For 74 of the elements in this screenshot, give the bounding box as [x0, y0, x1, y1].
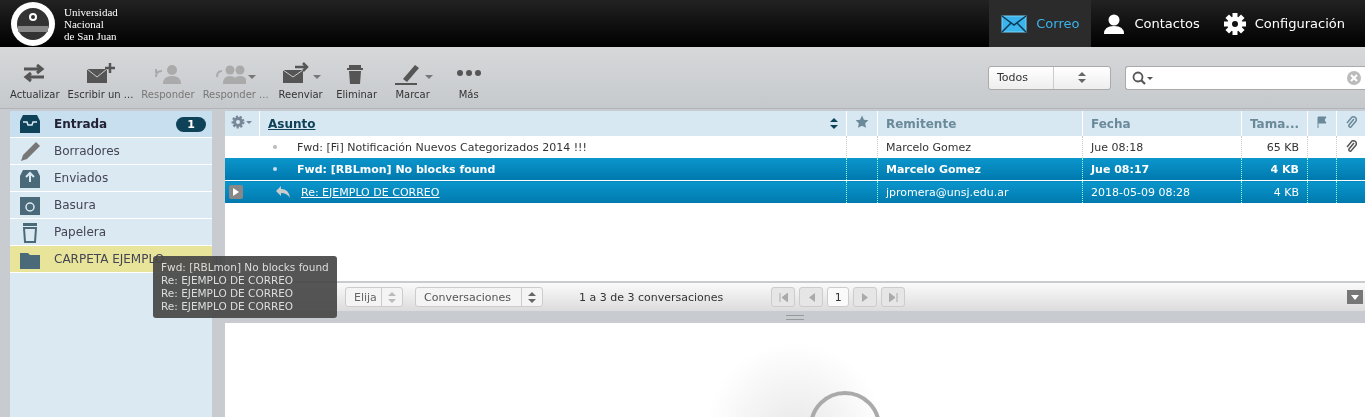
- table-cell: 2018-05-09 08:28: [1082, 180, 1242, 204]
- filter-select[interactable]: Todos: [988, 65, 1111, 90]
- envelope-arrow-icon: [280, 62, 311, 85]
- envelope-icon: [1001, 14, 1028, 33]
- university-seal-icon: [10, 0, 56, 47]
- toolbar-button[interactable]: Actualizar: [6, 62, 64, 108]
- toolbar-button[interactable]: Reenviar: [272, 62, 329, 108]
- first-page-button[interactable]: [771, 287, 796, 307]
- dropdown-button[interactable]: [1347, 290, 1363, 304]
- unread-count: 1: [176, 116, 206, 132]
- reply-person-icon: [153, 62, 183, 85]
- caret-icon: [1351, 294, 1359, 300]
- tooltip-line: Fwd: [RBLmon] No blocks found: [161, 261, 329, 274]
- previous-page-button[interactable]: [799, 287, 824, 307]
- logo-text: Universidad: [64, 5, 118, 18]
- last-page-icon: [888, 292, 898, 302]
- table-cell: Jue 08:17: [1082, 158, 1242, 181]
- splitter-handle[interactable]: [786, 314, 804, 320]
- last-page-button[interactable]: [881, 287, 906, 307]
- column-header[interactable]: Asunto: [268, 116, 316, 131]
- search-field[interactable]: [1125, 65, 1365, 90]
- sort-icon[interactable]: [830, 118, 838, 129]
- logo-text: Nacional: [64, 17, 105, 30]
- expand-icon[interactable]: [229, 185, 243, 199]
- tooltip-line: Re: EJEMPLO DE CORREO: [161, 287, 295, 300]
- first-page-icon: [778, 292, 788, 302]
- paperclip-icon[interactable]: [1345, 115, 1357, 129]
- pencil-icon: [18, 140, 42, 162]
- toolbar-button[interactable]: Eliminar: [328, 62, 385, 108]
- next-page-button[interactable]: [853, 287, 878, 307]
- message-count: 1 a 3 de 3 conversaciones: [579, 290, 724, 304]
- page-number-field[interactable]: 1: [827, 287, 850, 307]
- folder-item[interactable]: Basura: [10, 192, 212, 219]
- status-dot: [273, 145, 277, 149]
- clear-icon[interactable]: [1347, 70, 1361, 85]
- outbox-icon: [18, 167, 42, 189]
- inbox-icon: [18, 113, 42, 135]
- table-cell: 4 KB: [1241, 158, 1308, 181]
- recycle-bin-icon: [18, 194, 42, 216]
- nav-tab[interactable]: Configuración: [1211, 0, 1357, 47]
- select-field[interactable]: Conversaciones: [415, 287, 543, 307]
- tooltip-line: Re: EJEMPLO DE CORREO: [161, 300, 295, 313]
- updown-icon: [528, 291, 536, 303]
- message-subject[interactable]: Fwd: [RBLmon] No blocks found: [297, 162, 496, 176]
- flag-icon[interactable]: [1316, 116, 1328, 128]
- toolbar-button[interactable]: Escribir un ...: [63, 62, 138, 108]
- folder-item[interactable]: Entrada 1: [10, 111, 212, 138]
- nav-tab[interactable]: Correo: [989, 0, 1092, 47]
- table-cell: jpromera@unsj.edu.ar: [877, 180, 1083, 204]
- updown-icon: [1078, 72, 1086, 83]
- toolbar-button[interactable]: Marcar: [384, 62, 441, 108]
- status-dot: [273, 167, 277, 171]
- star-icon[interactable]: [855, 115, 869, 129]
- folder-item[interactable]: Borradores: [10, 138, 212, 165]
- updown-icon: [388, 291, 396, 303]
- envelope-plus-icon: [85, 62, 116, 85]
- previous-icon: [807, 292, 815, 302]
- search-icon: [1132, 70, 1154, 85]
- dots-icon: [455, 69, 482, 77]
- reply-icon: [275, 185, 291, 199]
- table-cell: Marcelo Gomez: [877, 158, 1083, 181]
- select-field[interactable]: Elija: [345, 287, 403, 307]
- paperclip-icon: [1345, 138, 1357, 153]
- gear-icon[interactable]: [231, 115, 253, 129]
- next-icon: [861, 292, 869, 302]
- folder-item[interactable]: Enviados: [10, 165, 212, 192]
- gear-icon: [1223, 12, 1246, 35]
- logo-text: de San Juan: [64, 29, 118, 42]
- nav-tab[interactable]: Contactos: [1091, 0, 1212, 47]
- person-icon: [1103, 13, 1126, 34]
- message-subject[interactable]: Fwd: [Fi] Notificación Nuevos Categorizados 2014 !!!: [297, 140, 587, 154]
- toolbar-button[interactable]: Más: [440, 62, 497, 108]
- tooltip-line: Re: EJEMPLO DE CORREO: [161, 274, 295, 287]
- message-subject[interactable]: Re: EJEMPLO DE CORREO: [301, 185, 440, 199]
